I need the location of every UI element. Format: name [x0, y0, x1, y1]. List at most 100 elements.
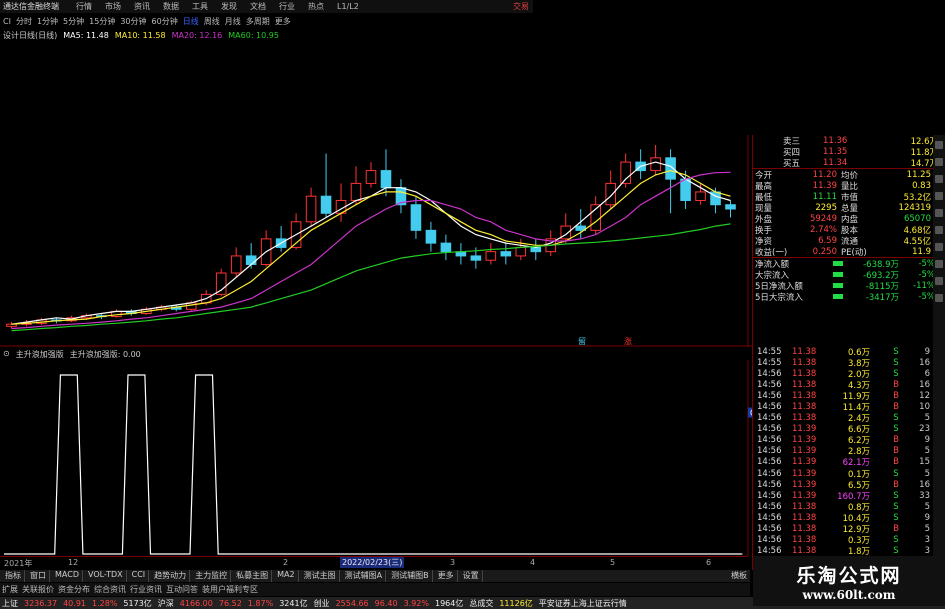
- stat-value: 53.2亿: [903, 192, 931, 203]
- tick-price: 11.39: [792, 490, 817, 501]
- indicator-tab[interactable]: 测试辅图B: [388, 570, 433, 582]
- quote-panel: 卖三 11.36 12.6万 买四 11.35 11.8万 买五 11.34 14.7万 今开 1…: [752, 135, 945, 570]
- cursor-date-label: 2022/02/23(三): [340, 557, 405, 568]
- toolbar-icon[interactable]: [935, 209, 943, 217]
- indicator-tab[interactable]: MA2: [274, 570, 299, 582]
- toolbar-icon[interactable]: [935, 294, 943, 302]
- candle: [245, 255, 257, 265]
- menu-item[interactable]: 工具: [192, 1, 208, 12]
- candle: [380, 170, 392, 189]
- toolbar-icon[interactable]: [935, 226, 943, 234]
- stats-row: 收益(一) 0.250 PE(动) 11.9: [753, 246, 945, 258]
- chart-type-icon[interactable]: CI: [3, 17, 11, 26]
- indicator-tabs: 指标 窗口 MACD VOL-TDX CCI 趋势动力 主力监控 私募主图 MA…: [0, 570, 750, 582]
- total-label: 总成交: [469, 598, 494, 608]
- order-volume: 14.7万: [910, 158, 938, 169]
- period-tab[interactable]: 分时: [16, 16, 32, 27]
- period-tab[interactable]: 周线: [204, 16, 220, 27]
- index-name[interactable]: 创业: [314, 598, 330, 609]
- trade-button[interactable]: 交易: [513, 1, 533, 12]
- tick-row: 14:56 11.38 2.4万 S 5: [753, 413, 945, 424]
- period-tab[interactable]: 15分钟: [89, 16, 115, 27]
- tick-row: 14:56 11.38 0.8万 S 5: [753, 501, 945, 513]
- info-tab[interactable]: 关联报价: [22, 584, 54, 595]
- toolbar-icon[interactable]: [935, 243, 943, 251]
- candle: [695, 191, 706, 201]
- menu-item[interactable]: 资讯: [134, 1, 150, 12]
- candle: [365, 170, 377, 184]
- indicator-tab[interactable]: 测试辅图A: [342, 570, 387, 582]
- candlestick-chart[interactable]: 12.5012.0011.5011.0010.5010.009.509.008.…: [0, 135, 752, 347]
- index-name[interactable]: 上证: [2, 598, 18, 609]
- info-tab[interactable]: 互动问答: [166, 584, 198, 595]
- index-value: 2554.66: [335, 598, 369, 608]
- menu-item[interactable]: L1/L2: [337, 2, 359, 11]
- toolbar-icon[interactable]: [935, 277, 943, 285]
- tick-direction: S: [893, 490, 899, 501]
- menu-item[interactable]: 发现: [221, 1, 237, 12]
- menu-item[interactable]: 市场: [105, 1, 121, 12]
- period-tab[interactable]: 1分钟: [37, 16, 58, 27]
- indicator-tab[interactable]: CCI: [129, 570, 150, 582]
- tick-count: 33: [919, 490, 930, 501]
- stat-label: 收益(一): [755, 247, 788, 258]
- info-tab[interactable]: 综合资讯: [94, 584, 126, 595]
- flow-pct: -5%: [918, 291, 935, 302]
- layout-mode-button[interactable]: 横板: [728, 570, 750, 582]
- candle: [500, 251, 512, 257]
- menu-item[interactable]: 行情: [76, 1, 92, 12]
- candle: [620, 161, 631, 184]
- info-tab[interactable]: 装用户福利专区: [202, 584, 258, 595]
- info-tab[interactable]: 扩展: [2, 584, 18, 595]
- toolbar-icon[interactable]: [935, 141, 943, 149]
- indicator-tab[interactable]: 私募主图: [233, 570, 273, 582]
- menu-item[interactable]: 热点: [308, 1, 324, 12]
- tick-price: 11.38: [792, 379, 817, 390]
- indicator-tab[interactable]: 设置: [460, 570, 483, 582]
- index-name[interactable]: 沪深: [158, 598, 174, 609]
- indicator-tab[interactable]: 主力监控: [192, 570, 232, 582]
- info-tab[interactable]: 行业资讯: [130, 584, 162, 595]
- toolbar-icon[interactable]: [935, 192, 943, 200]
- tick-price: 11.38: [792, 368, 817, 379]
- tick-count: 5: [924, 468, 930, 479]
- indicator-tab[interactable]: 窗口: [27, 570, 50, 582]
- tick-count: 10: [919, 402, 930, 413]
- period-tab[interactable]: 30分钟: [120, 16, 146, 27]
- indicator-tab[interactable]: 趋势动力: [151, 570, 191, 582]
- tick-list[interactable]: 14:55 11.38 0.6万 S 9 14:55 11.38 3.8万 S 16 14:56 11…: [753, 346, 945, 558]
- indicator-tab[interactable]: MACD: [52, 570, 83, 582]
- tick-direction: S: [893, 413, 899, 424]
- stats-row: 最低 11.11 市值 53.2亿: [753, 191, 945, 203]
- tick-price: 11.39: [792, 446, 817, 457]
- menu-item[interactable]: 数据: [163, 1, 179, 12]
- candle: [725, 204, 736, 210]
- period-tab[interactable]: 月线: [225, 16, 241, 27]
- menu-item[interactable]: 行业: [279, 1, 295, 12]
- period-tab[interactable]: 多周期: [246, 16, 270, 27]
- index-pct: 3.92%: [403, 598, 429, 608]
- indicator-tab[interactable]: 更多: [435, 570, 458, 582]
- indicator-tab[interactable]: VOL-TDX: [85, 570, 127, 582]
- toolbar-icon[interactable]: [935, 260, 943, 268]
- tick-direction: B: [893, 479, 899, 490]
- flow-row: 大宗流入 -693.2万 -5%: [753, 269, 945, 281]
- order-book: 卖三 11.36 12.6万 买四 11.35 11.8万 买五 11.34 14.7万: [753, 135, 945, 169]
- period-tab[interactable]: 更多: [275, 16, 291, 27]
- period-tab[interactable]: 5分钟: [63, 16, 84, 27]
- flow-pct: -5%: [918, 269, 935, 280]
- flow-row: 净流入额 -638.9万 -5%: [753, 258, 945, 270]
- toolbar-icon[interactable]: [935, 175, 943, 183]
- menu-item[interactable]: 文档: [250, 1, 266, 12]
- tick-time: 14:56: [757, 546, 782, 557]
- period-tab[interactable]: 60分钟: [152, 16, 178, 27]
- indicator-tab[interactable]: 测试主图: [301, 570, 340, 582]
- indicator-chart[interactable]: 1.000.900.800.700.600.500.400.300.200.10…: [0, 360, 752, 556]
- info-tab[interactable]: 资金分布: [58, 584, 90, 595]
- index-change: 76.52: [218, 598, 242, 608]
- tick-price: 11.38: [792, 546, 817, 557]
- tick-count: 16: [919, 357, 930, 368]
- period-tab-selected[interactable]: 日线: [183, 16, 199, 27]
- indicator-tab[interactable]: 指标: [2, 570, 25, 582]
- toolbar-icon[interactable]: [935, 158, 943, 166]
